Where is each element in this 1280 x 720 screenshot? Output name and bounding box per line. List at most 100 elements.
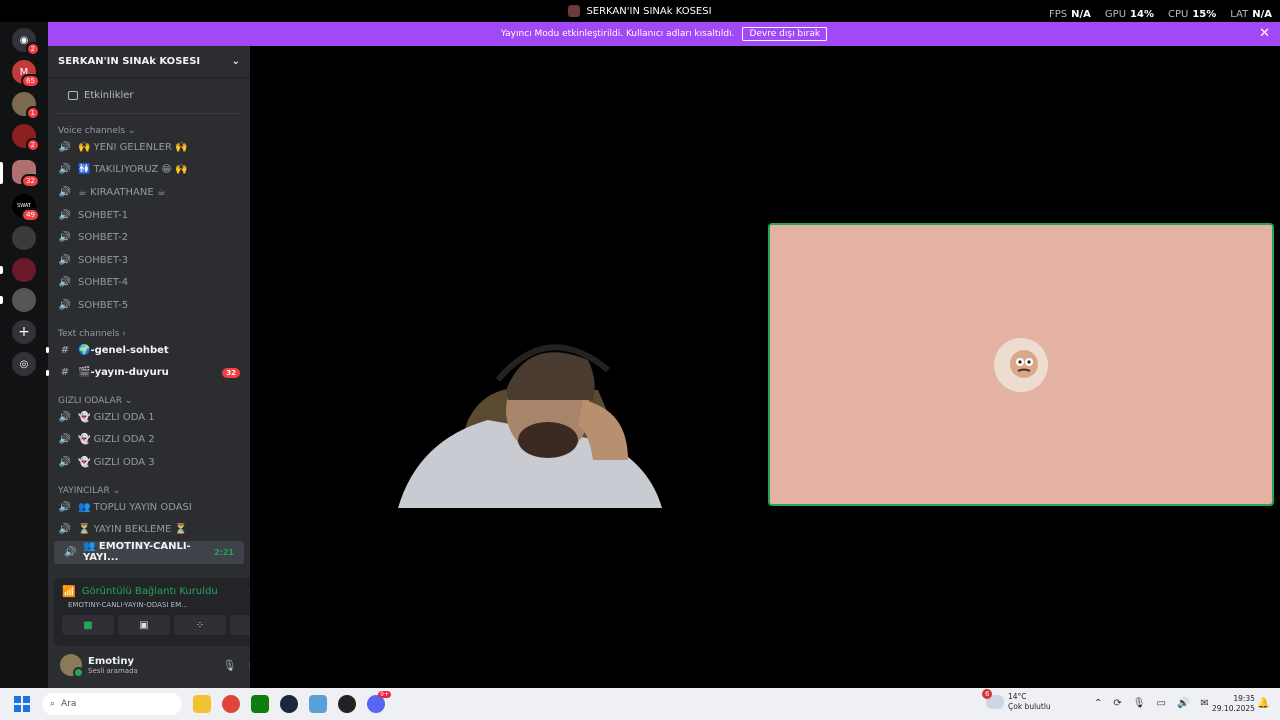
voice-channel[interactable]: 🔊 ☕ KIRAATHANE ☕ bbox=[48, 181, 250, 204]
microphone-icon[interactable]: 🎙 bbox=[222, 659, 236, 672]
discord-badge: 9+ bbox=[378, 691, 391, 698]
chevron-down-icon: ⌄ bbox=[231, 56, 240, 67]
events-link[interactable]: Etkinlikler bbox=[56, 78, 242, 114]
speaker-icon: 🔊 bbox=[58, 209, 72, 221]
weather-badge: 6 bbox=[982, 689, 993, 699]
disable-streamer-mode-button[interactable]: Devre dışı bırak bbox=[742, 27, 828, 41]
taskbar-search[interactable]: ⌕ Ara bbox=[42, 693, 182, 715]
speaker-icon: 🔊 bbox=[58, 524, 72, 536]
speaker-icon: 🔊 bbox=[58, 141, 72, 153]
cloud-icon: 6 bbox=[982, 689, 1004, 709]
discover-icon[interactable]: ◎ bbox=[12, 352, 36, 376]
guild-icon[interactable]: SWAT 49 bbox=[12, 194, 40, 222]
category-text[interactable]: Text channels › bbox=[48, 323, 250, 339]
camera-button[interactable]: ■ bbox=[62, 615, 114, 635]
category-streamers[interactable]: YAYINCILAR ⌄ bbox=[48, 480, 250, 496]
activities-button[interactable]: ⁘ bbox=[174, 615, 226, 635]
hash-icon: # bbox=[60, 344, 70, 356]
speaker-icon: 🔊 bbox=[58, 456, 72, 468]
app-avatar-icon bbox=[568, 5, 581, 17]
guild-icon[interactable]: 32 bbox=[12, 160, 40, 188]
voice-channel[interactable]: 🔊 🙌 YENI GELENLER 🙌 bbox=[48, 136, 250, 159]
chevron-up-icon[interactable]: ⌃ bbox=[1094, 698, 1102, 709]
system-clock[interactable]: 19:35 29.10.2025 bbox=[1212, 694, 1255, 714]
text-channel[interactable]: # 🌍-genel-sohbet bbox=[46, 339, 250, 362]
voice-channel[interactable]: 🔊 SOHBET-5 bbox=[48, 294, 250, 317]
lat-stat: LAT N/A bbox=[1230, 9, 1272, 20]
volume-icon[interactable]: 🔊 bbox=[1177, 698, 1189, 709]
voice-channel[interactable]: 🔊 👻 GIZLI ODA 3 bbox=[48, 451, 250, 474]
speaker-icon: 🔊 bbox=[64, 546, 77, 558]
video-stage bbox=[250, 46, 1280, 688]
mention-badge: 32 bbox=[222, 367, 240, 378]
close-icon[interactable]: ✕ bbox=[1259, 26, 1270, 41]
fps-stat: FPS N/A bbox=[1049, 9, 1091, 20]
unread-dot bbox=[46, 369, 49, 376]
display-icon[interactable]: ▭ bbox=[1156, 698, 1165, 709]
selected-guild-pill bbox=[0, 162, 3, 184]
text-channel[interactable]: # 🎬-yayın-duyuru 32 bbox=[46, 361, 250, 384]
speaker-icon: 🔊 bbox=[58, 186, 72, 198]
voice-channel[interactable]: 🔊 👥 TOPLU YAYIN ODASI bbox=[48, 496, 250, 519]
voice-channel[interactable]: 🔊 SOHBET-2 bbox=[48, 226, 250, 249]
xbox-icon[interactable] bbox=[251, 695, 269, 713]
channel-sidebar: SERKAN'IN SINAk KOSESI ⌄ Etkinlikler Voi… bbox=[46, 46, 290, 688]
weather-widget[interactable]: 6 14°C Çok bulutlu bbox=[982, 689, 1051, 712]
settings-app-icon[interactable] bbox=[309, 695, 327, 713]
voice-channel[interactable]: 🔊 SOHBET-1 bbox=[48, 204, 250, 227]
guild-icon[interactable] bbox=[12, 288, 36, 312]
weather-condition: Çok bulutlu bbox=[1008, 702, 1051, 711]
voice-channel[interactable]: 🔊 ⏳ YAYIN BEKLEME ⏳ bbox=[48, 518, 250, 541]
add-server-icon[interactable]: + bbox=[12, 320, 36, 344]
guild-icon[interactable]: M 65 bbox=[12, 60, 40, 88]
file-explorer-icon[interactable] bbox=[193, 695, 211, 713]
speaker-icon: 🔊 bbox=[58, 299, 72, 311]
search-placeholder: Ara bbox=[61, 699, 77, 709]
participant-tile[interactable] bbox=[768, 223, 1274, 506]
notification-bell-icon[interactable]: 🔔 bbox=[1257, 698, 1269, 709]
microphone-icon[interactable]: 🎙 bbox=[1133, 698, 1146, 709]
speaker-icon: 🔊 bbox=[58, 164, 72, 176]
streamer-mode-banner: Yayıncı Modu etkinleştirildi. Kullanıcı … bbox=[48, 22, 1280, 46]
steam-icon[interactable] bbox=[280, 695, 298, 713]
discord-home-icon[interactable]: ◉ 2 bbox=[12, 28, 40, 56]
speaker-icon: 🔊 bbox=[58, 501, 72, 513]
voice-channel-active[interactable]: 🔊 👥 EMOTINY-CANLI-YAYI... 2:21 bbox=[54, 540, 244, 564]
windows-start-icon[interactable] bbox=[14, 696, 30, 712]
window-title: SERKAN'IN SINAk KOSESI bbox=[586, 5, 712, 17]
speaker-icon: 🔊 bbox=[58, 434, 72, 446]
guild-icon[interactable] bbox=[12, 258, 36, 282]
gpu-stat: GPU 14% bbox=[1104, 9, 1154, 20]
category-hidden[interactable]: GIZLI ODALAR ⌄ bbox=[48, 390, 250, 406]
voice-channel[interactable]: 🔊 🚻 TAKILIYORUZ 😁 🙌 bbox=[48, 159, 250, 182]
sync-icon[interactable]: ⟳ bbox=[1113, 698, 1121, 709]
voice-channel[interactable]: 🔊 👻 GIZLI ODA 2 bbox=[48, 429, 250, 452]
server-header[interactable]: SERKAN'IN SINAk KOSESI ⌄ bbox=[48, 46, 250, 78]
performance-overlay: FPS N/A GPU 14% CPU 15% LAT N/A bbox=[1049, 9, 1272, 20]
clock-time: 19:35 bbox=[1233, 694, 1255, 703]
events-label: Etkinlikler bbox=[84, 90, 134, 101]
chrome-icon[interactable] bbox=[222, 695, 240, 713]
webcam-feed[interactable] bbox=[378, 330, 662, 508]
signal-icon: 📶 bbox=[62, 585, 76, 598]
search-icon: ⌕ bbox=[50, 699, 56, 709]
unread-dot bbox=[46, 347, 49, 354]
discord-icon[interactable]: 9+ bbox=[367, 691, 391, 713]
speaker-icon: 🔊 bbox=[58, 254, 72, 266]
chat-icon[interactable]: ✉ bbox=[1200, 698, 1208, 709]
category-voice[interactable]: Voice channels ⌄ bbox=[48, 120, 250, 136]
guild-icon[interactable]: 1 bbox=[12, 92, 40, 120]
voice-channel[interactable]: 🔊 👻 GIZLI ODA 1 bbox=[48, 406, 250, 429]
server-list: ◉ 2 M 65 1 2 32 SWAT 49 + ◎ bbox=[0, 22, 48, 688]
voice-channel[interactable]: 🔊 SOHBET-4 bbox=[48, 272, 250, 295]
banner-text: Yayıncı Modu etkinleştirildi. Kullanıcı … bbox=[500, 29, 735, 39]
guild-icon[interactable]: 2 bbox=[12, 124, 40, 152]
guild-icon[interactable] bbox=[12, 226, 36, 250]
clock-date: 29.10.2025 bbox=[1212, 704, 1255, 713]
guild-badge: 1 bbox=[25, 106, 40, 120]
avatar[interactable] bbox=[60, 654, 84, 678]
speaker-icon: 🔊 bbox=[58, 411, 72, 423]
voice-channel[interactable]: 🔊 SOHBET-3 bbox=[48, 249, 250, 272]
app-icon[interactable] bbox=[338, 695, 356, 713]
screen-share-button[interactable]: ▣ bbox=[118, 615, 170, 635]
